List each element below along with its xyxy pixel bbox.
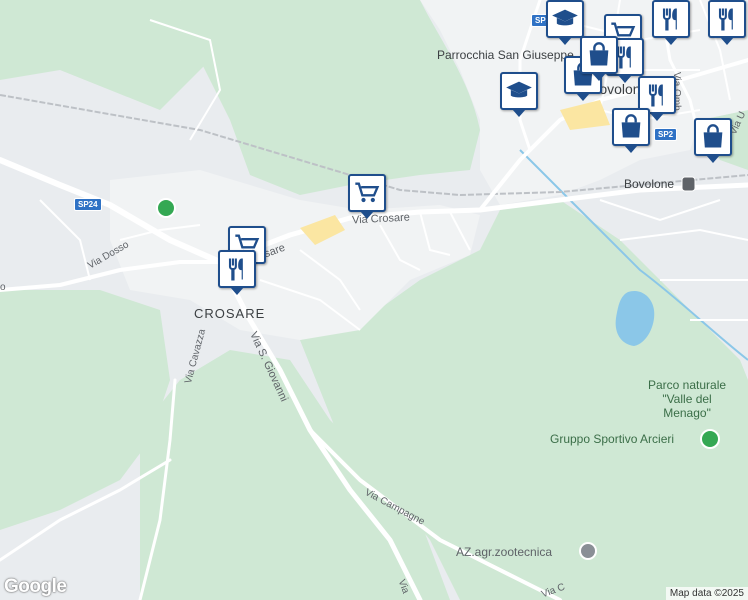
poi-green-sports[interactable] — [700, 429, 720, 449]
label-left-edge: o — [0, 282, 6, 293]
marker-restaurant-right[interactable] — [708, 0, 746, 45]
marker-shopping-bag-2[interactable] — [580, 36, 618, 81]
marker-shopping-cart-crosare[interactable] — [348, 174, 386, 219]
shopping-cart-icon — [355, 182, 380, 203]
marker-restaurant-top-2[interactable] — [652, 0, 690, 45]
label-station: Bovolone — [624, 177, 675, 191]
restaurant-icon — [718, 8, 733, 31]
restaurant-icon — [648, 84, 663, 107]
label-park: Parco naturale "Valle del Menago" — [648, 378, 727, 420]
marker-restaurant-crosare[interactable] — [218, 250, 256, 295]
label-parish: Parrocchia San Giuseppe — [437, 48, 574, 62]
poi-green-crosare[interactable] — [156, 198, 176, 218]
school-icon — [506, 81, 532, 98]
label-sports: Gruppo Sportivo Arcieri — [550, 432, 675, 446]
marker-shopping-bag-4[interactable] — [694, 118, 732, 163]
shopping-bag-icon — [621, 114, 641, 138]
school-icon — [552, 9, 578, 26]
restaurant-icon — [662, 8, 677, 31]
restaurant-icon — [228, 258, 243, 281]
shopping-bag-icon — [589, 42, 609, 66]
map-data-attribution[interactable]: Map data ©2025 — [665, 587, 748, 600]
label-village: CROSARE — [194, 306, 266, 321]
marker-school-top[interactable] — [546, 0, 584, 45]
google-logo[interactable]: Google — [4, 576, 67, 598]
shopping-bag-icon — [703, 124, 723, 148]
station-icon[interactable] — [681, 176, 696, 192]
poi-farm[interactable] — [579, 542, 597, 560]
shield-sp24: SP24 — [74, 198, 102, 211]
marker-school-mid[interactable] — [500, 72, 538, 117]
shield-sp2-mid: SP2 — [654, 128, 678, 141]
label-farm: AZ.agr.zootecnica — [456, 545, 553, 559]
marker-shopping-bag-3[interactable] — [612, 108, 650, 153]
